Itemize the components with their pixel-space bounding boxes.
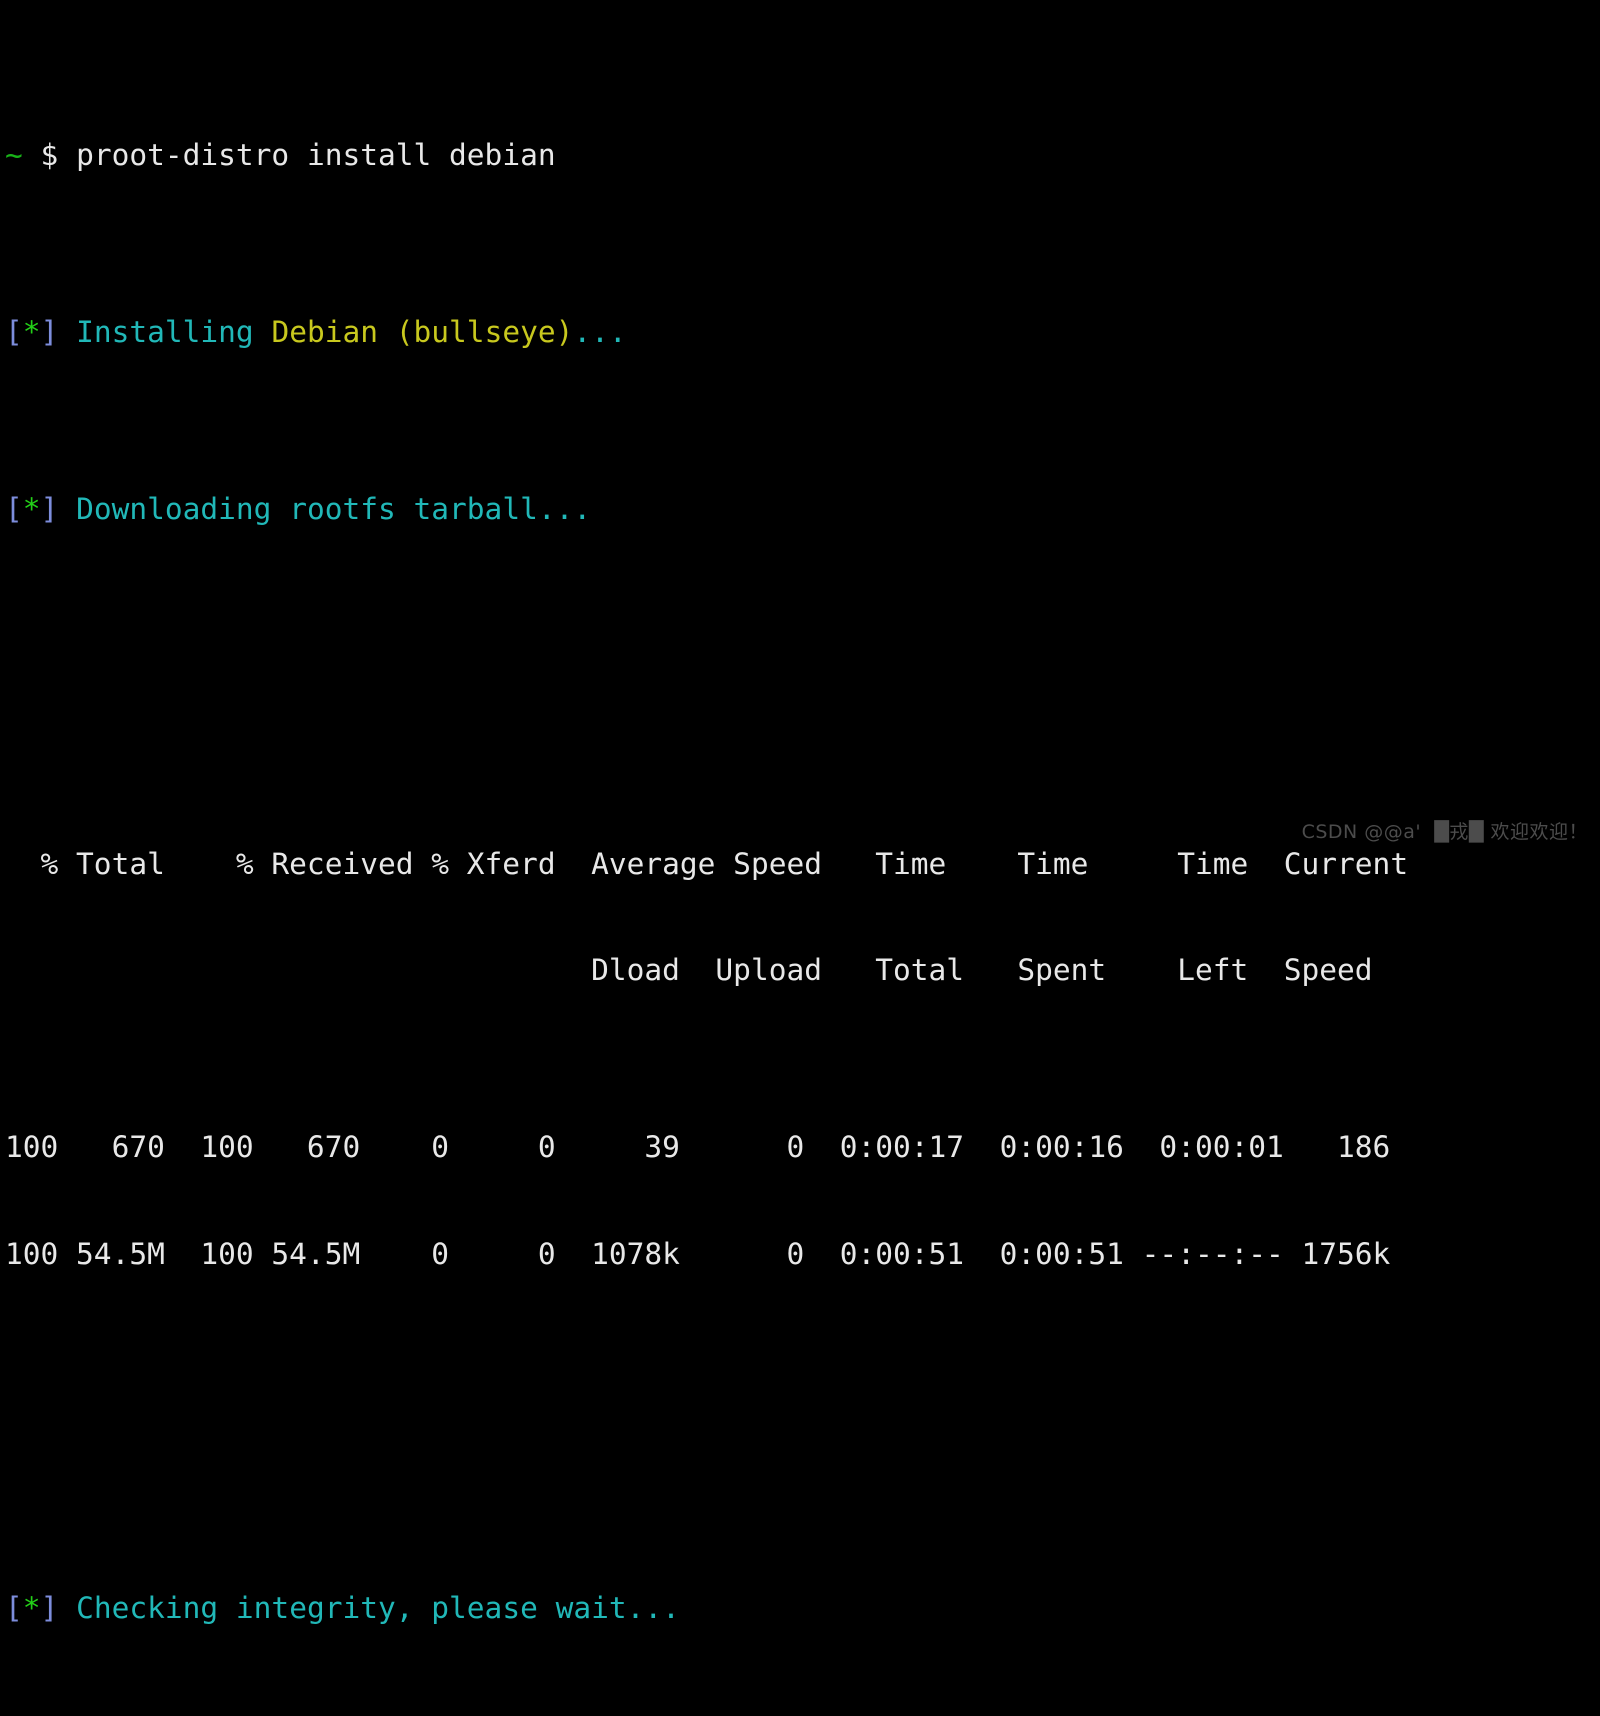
log-gap [58, 492, 76, 526]
prompt-spacer [23, 138, 41, 172]
terminal-window[interactable]: ~ $ proot-distro install debian [*] Inst… [0, 0, 1600, 1625]
installing-target: Debian (bullseye) [271, 315, 574, 350]
log-line-downloading: [*] Downloading rootfs tarball... [5, 492, 1595, 527]
checking-text: Checking integrity, please wait... [76, 1591, 680, 1626]
typed-command: proot-distro install debian [76, 137, 556, 172]
tag-open-bracket: [ [5, 492, 23, 527]
tag-star: * [22, 315, 41, 350]
log-line-installing: [*] Installing Debian (bullseye)... [5, 315, 1595, 350]
installing-dots: ... [573, 315, 627, 350]
curl-header-row-2: Dload Upload Total Spent Left Speed [5, 953, 1373, 988]
tag-star: * [22, 492, 41, 527]
installing-label: Installing [76, 315, 272, 350]
terminal-output: ~ $ proot-distro install debian [*] Inst… [5, 0, 1595, 1716]
prompt-home-symbol: ~ [5, 137, 23, 172]
prompt-dollar: $ [40, 137, 59, 172]
tag-close-bracket: ] [40, 1591, 59, 1626]
watermark-text: CSDN @@a' █戎█ 欢迎欢迎！ [1301, 821, 1588, 843]
tag-close-bracket: ] [40, 492, 59, 527]
downloading-text: Downloading rootfs tarball... [76, 492, 592, 527]
tag-close-bracket: ] [40, 315, 59, 350]
prompt-spacer-2 [58, 138, 76, 172]
tag-star: * [22, 1591, 41, 1626]
curl-data-row: 100 670 100 670 0 0 39 0 0:00:17 0:00:16… [5, 1130, 1391, 1165]
curl-header-row-1: % Total % Received % Xferd Average Speed… [5, 846, 1409, 881]
log-gap [58, 1591, 76, 1625]
tag-open-bracket: [ [5, 1591, 23, 1626]
log-line-checking: [*] Checking integrity, please wait... [5, 1591, 1595, 1626]
log-gap [58, 315, 76, 349]
command-line: ~ $ proot-distro install debian [5, 138, 1595, 173]
curl-data-row: 100 54.5M 100 54.5M 0 0 1078k 0 0:00:51 … [5, 1236, 1391, 1271]
tag-open-bracket: [ [5, 315, 23, 350]
